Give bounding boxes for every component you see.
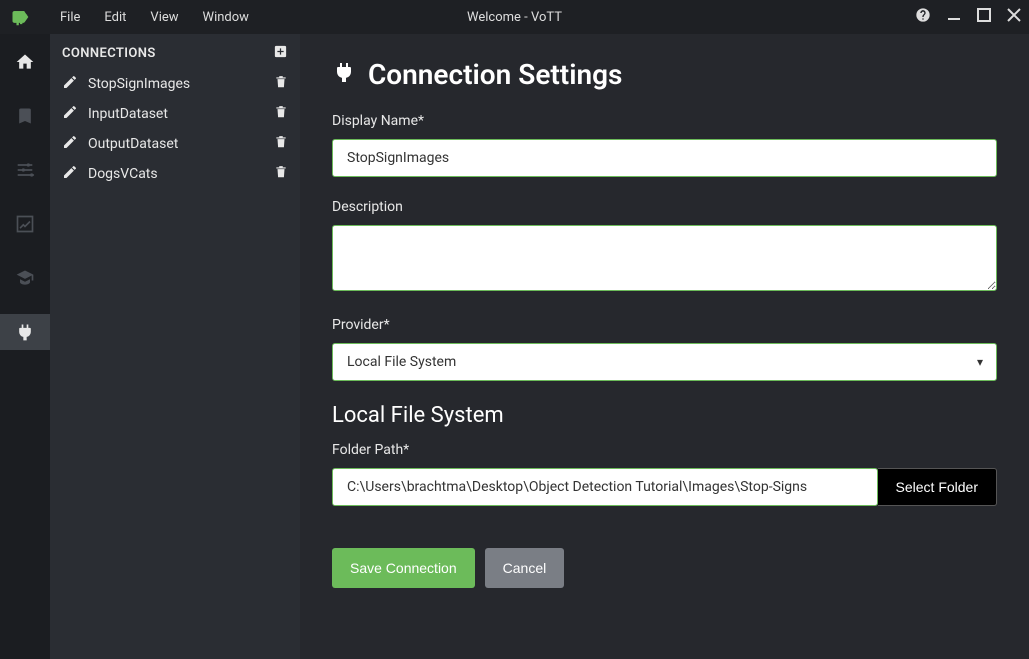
sidebar-header: CONNECTIONS bbox=[50, 34, 300, 69]
label-description: Description bbox=[332, 199, 997, 215]
nav-connections[interactable] bbox=[0, 314, 50, 350]
nav-export[interactable] bbox=[0, 206, 50, 242]
connection-label: DogsVCats bbox=[88, 166, 158, 182]
trash-icon[interactable] bbox=[274, 74, 288, 94]
connection-label: StopSignImages bbox=[88, 76, 190, 92]
select-provider[interactable]: Local File System bbox=[332, 343, 997, 381]
connection-item[interactable]: InputDataset bbox=[50, 99, 300, 129]
app-logo-icon bbox=[8, 5, 32, 29]
connection-label: InputDataset bbox=[88, 106, 168, 122]
label-display-name: Display Name* bbox=[332, 113, 997, 129]
cancel-button[interactable]: Cancel bbox=[485, 548, 565, 588]
window-title: Welcome - VoTT bbox=[467, 10, 562, 25]
plug-icon bbox=[332, 58, 356, 91]
sidebar: CONNECTIONS StopSignImages InputDataset … bbox=[50, 34, 300, 659]
label-provider: Provider* bbox=[332, 317, 997, 333]
connection-item[interactable]: OutputDataset bbox=[50, 129, 300, 159]
field-description: Description bbox=[332, 199, 997, 295]
trash-icon[interactable] bbox=[274, 134, 288, 154]
menu-file[interactable]: File bbox=[60, 10, 80, 25]
sidebar-title: CONNECTIONS bbox=[62, 46, 156, 61]
titlebar: File Edit View Window Welcome - VoTT bbox=[0, 0, 1029, 34]
field-provider: Provider* Local File System bbox=[332, 317, 997, 381]
menu-view[interactable]: View bbox=[150, 10, 178, 25]
field-folder-path: Folder Path* Select Folder bbox=[332, 442, 997, 506]
page-title: Connection Settings bbox=[332, 58, 997, 91]
input-folder-path[interactable] bbox=[332, 468, 878, 506]
minimize-icon[interactable] bbox=[947, 8, 961, 26]
main-area: CONNECTIONS StopSignImages InputDataset … bbox=[0, 34, 1029, 659]
section-heading-localfs: Local File System bbox=[332, 403, 997, 428]
content-panel: Connection Settings Display Name* Descri… bbox=[300, 34, 1029, 659]
label-folder-path: Folder Path* bbox=[332, 442, 997, 458]
nav-home[interactable] bbox=[0, 44, 50, 80]
field-display-name: Display Name* bbox=[332, 113, 997, 177]
edit-icon bbox=[62, 74, 78, 94]
close-icon[interactable] bbox=[1007, 8, 1021, 26]
edit-icon bbox=[62, 164, 78, 184]
action-buttons: Save Connection Cancel bbox=[332, 548, 997, 588]
input-display-name[interactable] bbox=[332, 139, 997, 177]
edit-icon bbox=[62, 104, 78, 124]
window-controls bbox=[915, 7, 1021, 27]
select-folder-button[interactable]: Select Folder bbox=[878, 468, 997, 506]
connection-item[interactable]: DogsVCats bbox=[50, 159, 300, 189]
menu-bar: File Edit View Window bbox=[60, 10, 249, 25]
edit-icon bbox=[62, 134, 78, 154]
menu-edit[interactable]: Edit bbox=[104, 10, 126, 25]
trash-icon[interactable] bbox=[274, 164, 288, 184]
add-connection-icon[interactable] bbox=[273, 44, 288, 63]
activity-bar bbox=[0, 34, 50, 659]
save-button[interactable]: Save Connection bbox=[332, 548, 475, 588]
nav-bookmark[interactable] bbox=[0, 98, 50, 134]
input-description[interactable] bbox=[332, 225, 997, 291]
connection-label: OutputDataset bbox=[88, 136, 178, 152]
nav-sliders[interactable] bbox=[0, 152, 50, 188]
help-icon[interactable] bbox=[915, 7, 931, 27]
trash-icon[interactable] bbox=[274, 104, 288, 124]
page-title-text: Connection Settings bbox=[368, 58, 622, 91]
maximize-icon[interactable] bbox=[977, 8, 991, 26]
connection-item[interactable]: StopSignImages bbox=[50, 69, 300, 99]
nav-active-learning[interactable] bbox=[0, 260, 50, 296]
menu-window[interactable]: Window bbox=[203, 10, 249, 25]
